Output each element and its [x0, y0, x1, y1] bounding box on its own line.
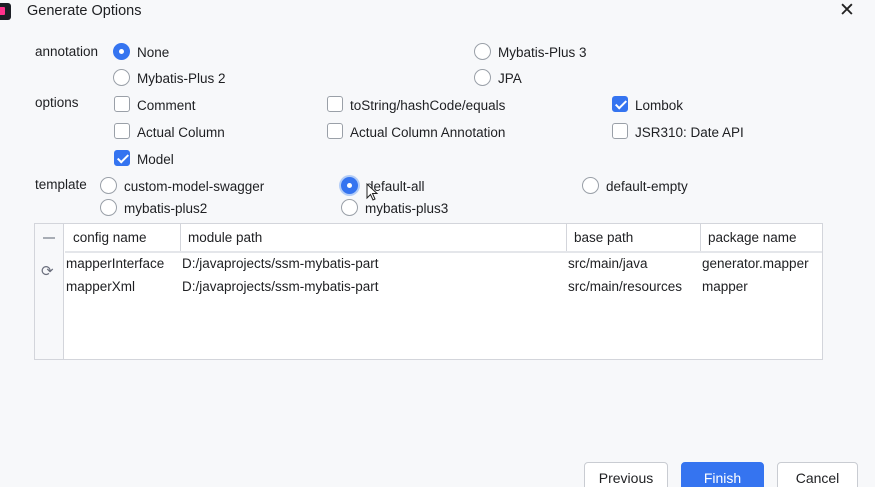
column-header-base-path[interactable]: base path: [566, 224, 700, 252]
table-toolbar: ⟳: [35, 224, 64, 359]
annotation-label: annotation: [35, 44, 99, 59]
column-header-package-name[interactable]: package name: [700, 224, 822, 252]
model-label: Model: [137, 152, 174, 167]
tostring-hashcode-equals-label: toString/hashCode/equals: [350, 98, 506, 113]
template-custom-model-swagger-label: custom-model-swagger: [124, 179, 265, 194]
cell-package-name[interactable]: mapper: [702, 279, 748, 294]
jsr310-date-api-label: JSR310: Date API: [635, 125, 744, 140]
cell-package-name[interactable]: generator.mapper: [702, 256, 809, 271]
template-default-empty-label: default-empty: [606, 179, 688, 194]
cell-module-path[interactable]: D:/javaprojects/ssm-mybatis-part: [182, 279, 379, 294]
template-custom-model-swagger-radio[interactable]: [100, 177, 117, 194]
lombok-checkbox[interactable]: [612, 96, 628, 112]
cell-config-name[interactable]: mapperInterface: [66, 256, 164, 271]
cell-base-path[interactable]: src/main/java: [568, 256, 648, 271]
actual-column-annotation-label: Actual Column Annotation: [350, 125, 506, 140]
column-header-config-name[interactable]: config name: [65, 224, 180, 252]
finish-button[interactable]: Finish: [681, 462, 764, 487]
template-mybatis-plus2-label: mybatis-plus2: [124, 201, 208, 216]
cell-config-name[interactable]: mapperXml: [66, 279, 135, 294]
template-mybatis-plus3-radio[interactable]: [341, 199, 358, 216]
actual-column-checkbox[interactable]: [114, 123, 130, 139]
annotation-mybatis-plus3-radio[interactable]: [474, 43, 491, 60]
actual-column-annotation-checkbox[interactable]: [327, 123, 343, 139]
annotation-none-radio[interactable]: [113, 43, 130, 60]
tostring-hashcode-equals-checkbox[interactable]: [327, 96, 343, 112]
mouse-cursor-icon: [366, 182, 379, 201]
comment-label: Comment: [137, 98, 196, 113]
refresh-icon[interactable]: ⟳: [41, 262, 54, 280]
jsr310-date-api-checkbox[interactable]: [612, 123, 628, 139]
comment-checkbox[interactable]: [114, 96, 130, 112]
header-divider: [65, 252, 822, 253]
annotation-mybatis-plus2-label: Mybatis-Plus 2: [137, 71, 226, 86]
cancel-button[interactable]: Cancel: [777, 462, 858, 487]
column-header-module-path[interactable]: module path: [180, 224, 566, 252]
remove-row-icon[interactable]: [43, 237, 55, 239]
template-label: template: [35, 177, 87, 192]
template-mybatis-plus2-radio[interactable]: [100, 199, 117, 216]
close-icon[interactable]: ✕: [839, 1, 855, 21]
cell-base-path[interactable]: src/main/resources: [568, 279, 682, 294]
annotation-mybatis-plus3-label: Mybatis-Plus 3: [498, 45, 587, 60]
config-table: ⟳ config name module path base path pack…: [34, 223, 823, 360]
lombok-label: Lombok: [635, 98, 684, 113]
template-default-all-radio[interactable]: [341, 177, 358, 194]
annotation-jpa-radio[interactable]: [474, 69, 491, 86]
previous-button[interactable]: Previous: [584, 462, 668, 487]
annotation-none-label: None: [137, 45, 170, 60]
annotation-mybatis-plus2-radio[interactable]: [113, 69, 130, 86]
app-logo-icon: [0, 3, 11, 20]
options-label: options: [35, 95, 79, 110]
annotation-jpa-label: JPA: [498, 71, 522, 86]
cell-module-path[interactable]: D:/javaprojects/ssm-mybatis-part: [182, 256, 379, 271]
actual-column-label: Actual Column: [137, 125, 225, 140]
dialog-title: Generate Options: [27, 3, 142, 19]
template-mybatis-plus3-label: mybatis-plus3: [365, 201, 449, 216]
model-checkbox[interactable]: [114, 150, 130, 166]
template-default-empty-radio[interactable]: [582, 177, 599, 194]
